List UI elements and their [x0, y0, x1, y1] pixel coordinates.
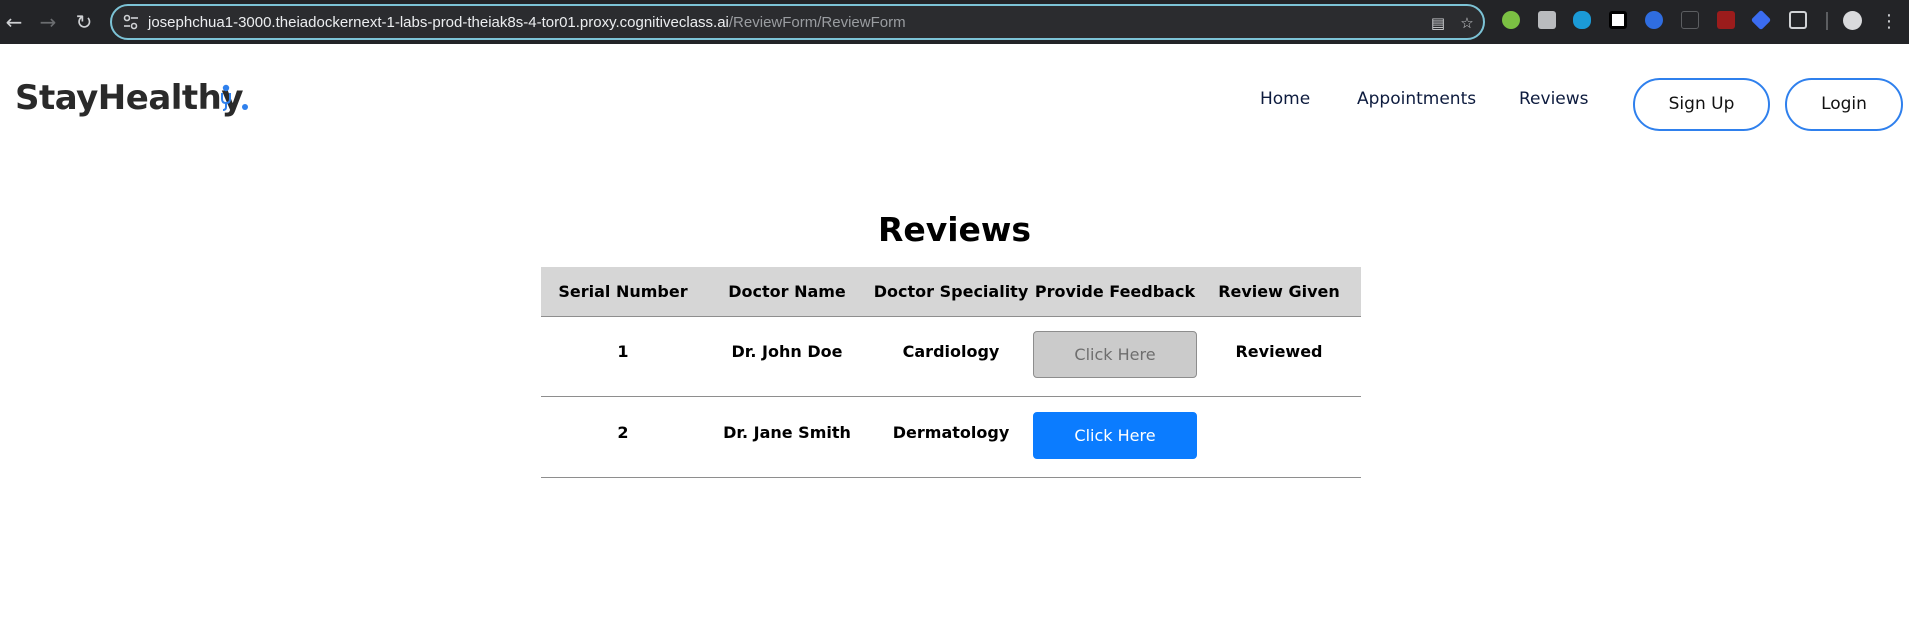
stethoscope-icon — [221, 84, 231, 111]
table-row: 1 Dr. John Doe Cardiology Click Here Rev… — [541, 317, 1361, 397]
column-header-speciality: Doctor Speciality — [873, 282, 1029, 301]
address-bar[interactable]: josephchua1-3000.theiadockernext-1-labs-… — [110, 4, 1485, 40]
speciality-cell: Cardiology — [902, 342, 1000, 361]
nav-appointments[interactable]: Appointments — [1357, 89, 1476, 109]
extensions-puzzle-icon[interactable] — [1789, 11, 1807, 29]
doctor-name-cell: Dr. Jane Smith — [723, 423, 851, 442]
provide-feedback-button-disabled: Click Here — [1033, 331, 1197, 378]
url-path: /ReviewForm/ReviewForm — [728, 14, 906, 31]
install-app-icon[interactable]: ▤ — [1428, 13, 1448, 33]
reload-icon[interactable]: ↻ — [70, 8, 98, 36]
serial-cell: 2 — [617, 423, 629, 442]
site-logo[interactable]: StayHealthy — [15, 78, 244, 118]
browser-toolbar: ← → ↻ josephchua1-3000.theiadockernext-1… — [0, 0, 1909, 44]
serial-cell: 1 — [617, 342, 629, 361]
provide-feedback-button[interactable]: Click Here — [1033, 412, 1197, 459]
profile-avatar-icon[interactable] — [1843, 11, 1862, 30]
bookmark-star-icon[interactable]: ☆ — [1457, 13, 1477, 33]
forward-arrow-icon[interactable]: → — [34, 8, 62, 36]
sign-up-button[interactable]: Sign Up — [1633, 78, 1770, 131]
url-host: josephchua1-3000.theiadockernext-1-labs-… — [148, 14, 729, 31]
review-given-cell: Reviewed — [1235, 342, 1323, 361]
more-menu-icon[interactable]: ⋮ — [1880, 8, 1898, 36]
extension-shield-icon[interactable] — [1502, 11, 1520, 29]
column-header-review-given: Review Given — [1218, 282, 1340, 301]
doctor-name-cell: Dr. John Doe — [731, 342, 843, 361]
extension-grid-icon[interactable] — [1538, 11, 1556, 29]
speciality-cell: Dermatology — [892, 423, 1010, 442]
table-header: Serial Number Doctor Name Doctor Special… — [541, 267, 1361, 317]
extension-pen-icon[interactable] — [1681, 11, 1699, 29]
toolbar-divider — [1826, 12, 1828, 30]
extension-globe-icon[interactable] — [1645, 11, 1663, 29]
extension-ublock-icon[interactable] — [1717, 11, 1735, 29]
nav-reviews[interactable]: Reviews — [1519, 89, 1589, 109]
column-header-doctor-name: Doctor Name — [728, 282, 846, 301]
login-button[interactable]: Login — [1785, 78, 1903, 131]
site-info-icon[interactable] — [122, 13, 140, 31]
extension-cloud-icon[interactable] — [1573, 11, 1591, 29]
column-header-feedback: Provide Feedback — [1034, 282, 1196, 301]
table-row: 2 Dr. Jane Smith Dermatology Click Here — [541, 398, 1361, 478]
nav-home[interactable]: Home — [1260, 89, 1310, 109]
page-title: Reviews — [877, 210, 1032, 249]
review-given-cell — [1197, 422, 1361, 444]
extension-tag-icon[interactable] — [1750, 9, 1772, 31]
logo-dot — [242, 104, 248, 110]
url-text[interactable]: josephchua1-3000.theiadockernext-1-labs-… — [148, 13, 906, 33]
back-arrow-icon[interactable]: ← — [0, 8, 28, 36]
column-header-serial: Serial Number — [558, 282, 688, 301]
extension-square-icon[interactable] — [1609, 11, 1627, 29]
